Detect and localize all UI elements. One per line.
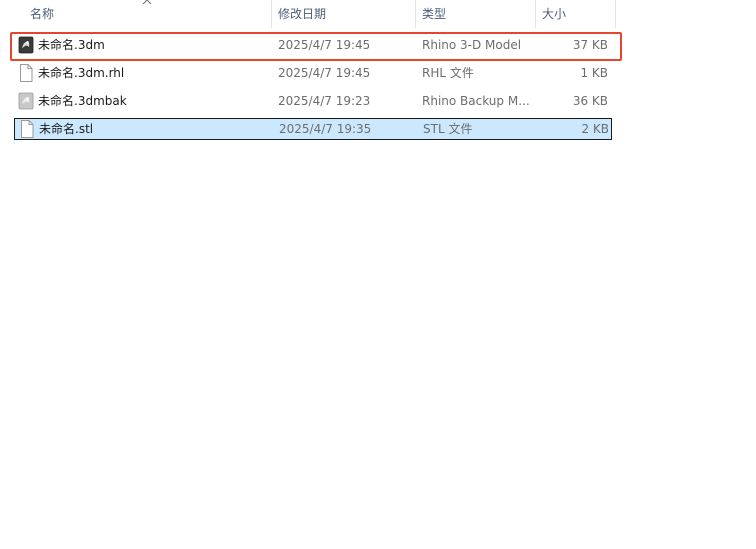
file-name: 未命名.stl — [39, 122, 94, 136]
file-size: 2 KB — [581, 122, 609, 136]
column-header-date-modified[interactable]: 修改日期 — [272, 0, 416, 28]
file-name: 未命名.3dm — [38, 38, 105, 52]
file-row[interactable]: 未命名.3dmbak 2025/4/7 19:23 Rhino Backup M… — [14, 90, 612, 112]
file-date-modified: 2025/4/7 19:45 — [278, 66, 371, 80]
file-size: 37 KB — [572, 38, 608, 52]
file-date-modified: 2025/4/7 19:23 — [278, 94, 371, 108]
column-header-type[interactable]: 类型 — [416, 0, 536, 28]
file-type: STL 文件 — [423, 122, 473, 136]
file-type: Rhino 3-D Model — [422, 38, 522, 52]
file-row[interactable]: 未命名.3dm.rhl 2025/4/7 19:45 RHL 文件 1 KB — [14, 62, 612, 84]
file-row-selected[interactable]: 未命名.stl 2025/4/7 19:35 STL 文件 2 KB — [14, 118, 612, 140]
file-name: 未命名.3dmbak — [38, 94, 127, 108]
file-explorer-details-view: 名称 修改日期 类型 大小 未命名.3dm 2025/4/7 19:45 Rhi… — [0, 0, 756, 549]
blank-file-icon — [20, 64, 33, 82]
file-type: RHL 文件 — [422, 66, 474, 80]
column-header-name[interactable]: 名称 — [24, 0, 272, 28]
column-header-size[interactable]: 大小 — [536, 0, 616, 28]
file-size: 1 KB — [580, 66, 608, 80]
file-name: 未命名.3dm.rhl — [38, 66, 125, 80]
blank-file-icon — [21, 120, 34, 138]
file-row[interactable]: 未命名.3dm 2025/4/7 19:45 Rhino 3-D Model 3… — [14, 34, 612, 56]
file-size: 36 KB — [572, 94, 608, 108]
file-type: Rhino Backup M... — [422, 94, 530, 108]
column-header-bar: 名称 修改日期 类型 大小 — [0, 0, 616, 28]
file-date-modified: 2025/4/7 19:35 — [279, 122, 372, 136]
rhino-backup-file-icon — [18, 92, 34, 110]
rhino-3dm-file-icon — [18, 36, 34, 54]
file-date-modified: 2025/4/7 19:45 — [278, 38, 371, 52]
